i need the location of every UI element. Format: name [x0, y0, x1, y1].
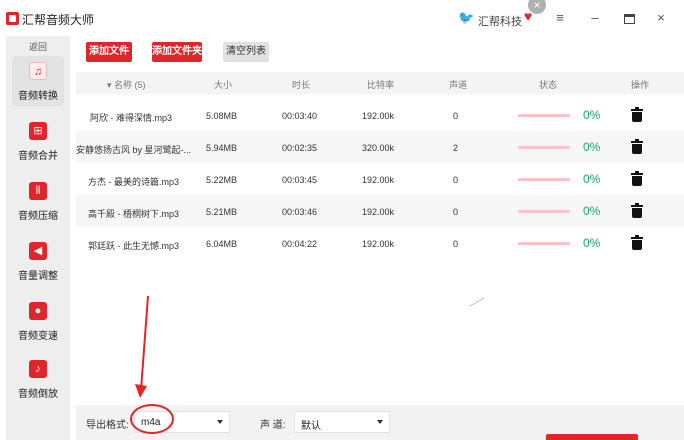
annotation-circle [130, 404, 174, 434]
annotation-arrow [135, 295, 485, 398]
